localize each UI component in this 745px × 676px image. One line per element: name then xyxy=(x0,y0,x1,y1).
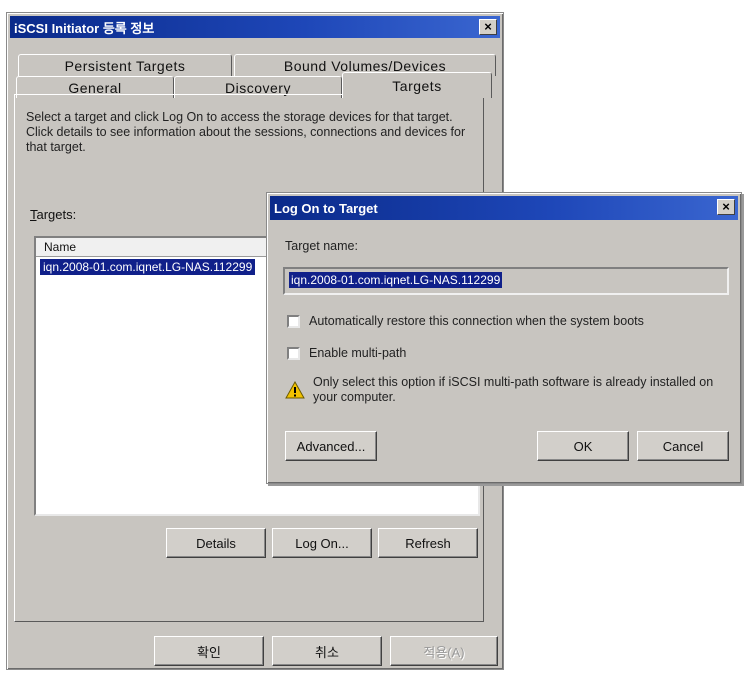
dialog-title: Log On to Target xyxy=(274,200,378,216)
log-on-button[interactable]: Log On... xyxy=(272,528,372,558)
auto-restore-checkbox[interactable] xyxy=(287,315,300,328)
target-name-value: iqn.2008-01.com.iqnet.LG-NAS.112299 xyxy=(289,272,503,288)
targets-description: Select a target and click Log On to acce… xyxy=(26,110,466,154)
multipath-label[interactable]: Enable multi-path xyxy=(309,346,406,360)
window-title: iSCSI Initiator 등록 정보 xyxy=(14,20,155,36)
target-name-field[interactable]: iqn.2008-01.com.iqnet.LG-NAS.112299 xyxy=(283,267,729,295)
apply-button[interactable]: 적용(A) xyxy=(390,636,498,666)
details-button[interactable]: Details xyxy=(166,528,266,558)
auto-restore-label[interactable]: Automatically restore this connection wh… xyxy=(309,314,644,328)
tab-persistent-targets[interactable]: Persistent Targets xyxy=(18,54,232,76)
ok-button[interactable]: 확인 xyxy=(154,636,264,666)
multipath-warning-text: Only select this option if iSCSI multi-p… xyxy=(313,375,714,404)
list-item[interactable]: iqn.2008-01.com.iqnet.LG-NAS.112299 xyxy=(40,259,256,275)
targets-label: Targets: xyxy=(30,207,77,222)
dialog-ok-button[interactable]: OK xyxy=(537,431,629,461)
title-bar: iSCSI Initiator 등록 정보 × xyxy=(10,16,500,38)
multipath-checkbox[interactable] xyxy=(287,347,300,360)
cancel-button[interactable]: 취소 xyxy=(272,636,382,666)
dialog-cancel-button[interactable]: Cancel xyxy=(637,431,729,461)
tab-targets[interactable]: Targets xyxy=(342,72,492,98)
target-name-label: Target name: xyxy=(285,239,358,253)
log-on-to-target-dialog: Log On to Target × Target name: iqn.2008… xyxy=(266,192,742,484)
refresh-button[interactable]: Refresh xyxy=(378,528,478,558)
warning-icon xyxy=(285,381,305,399)
dialog-close-button[interactable]: × xyxy=(717,199,735,215)
dialog-title-bar: Log On to Target × xyxy=(270,196,738,220)
close-button[interactable]: × xyxy=(479,19,497,35)
advanced-button[interactable]: Advanced... xyxy=(285,431,377,461)
